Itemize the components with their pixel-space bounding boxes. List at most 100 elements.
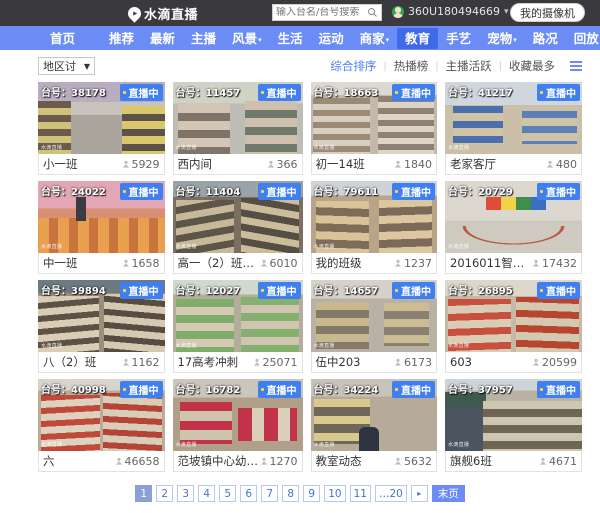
stream-card[interactable]: 台号：20729 直播中 水滴直播 2016011智芸五 17432 — [445, 181, 582, 274]
search-input[interactable] — [276, 7, 367, 18]
page-button-4[interactable]: 5 — [219, 485, 237, 502]
stream-thumbnail[interactable]: 台号：12027 直播中 水滴直播 — [172, 280, 303, 352]
search-icon[interactable] — [367, 7, 378, 18]
stream-thumbnail[interactable]: 台号：34224 直播中 水滴直播 — [310, 379, 437, 451]
page-button-9[interactable]: 10 — [324, 485, 346, 502]
nav-item-2[interactable]: 最新 — [142, 28, 183, 49]
watermark-text: 水滴直播 — [313, 442, 335, 448]
list-view-icon[interactable] — [570, 61, 582, 71]
stream-thumbnail[interactable]: 台号：14657 直播中 水滴直播 — [310, 280, 437, 352]
page-button-0[interactable]: 1 — [135, 485, 153, 502]
page-button-2[interactable]: 3 — [177, 485, 195, 502]
page-button-7[interactable]: 8 — [282, 485, 300, 502]
stream-thumbnail[interactable]: 台号：38178 直播中 水滴直播 — [38, 82, 165, 154]
stream-thumbnail[interactable]: 台号：18663 直播中 水滴直播 — [310, 82, 437, 154]
live-dot-icon — [540, 190, 543, 193]
person-icon — [546, 160, 554, 168]
viewer-count-value: 46658 — [124, 454, 160, 468]
nav-item-1[interactable]: 推荐 — [101, 28, 142, 49]
stream-thumbnail[interactable]: 台号：16782 直播中 水滴直播 — [172, 379, 303, 451]
stream-card-footer: 西内间 366 — [172, 154, 303, 175]
nav-item-9[interactable]: 手艺 — [438, 28, 479, 49]
page-button-10[interactable]: 11 — [349, 485, 371, 502]
watermark-text: 水滴直播 — [448, 244, 470, 250]
page-button-11[interactable]: …20 — [374, 485, 407, 502]
nav-item-label: 推荐 — [109, 30, 135, 46]
live-status-badge: 直播中 — [537, 183, 580, 200]
stream-thumbnail[interactable]: 台号：11457 直播中 水滴直播 — [172, 82, 303, 154]
page-button-5[interactable]: 6 — [240, 485, 258, 502]
viewer-count: 20599 — [532, 356, 577, 369]
sort-options: 综合排序 | 热播榜 | 主播活跃 | 收藏最多 — [323, 58, 582, 74]
site-logo[interactable]: 水滴直播 — [125, 3, 198, 23]
stream-thumbnail[interactable]: 台号：11404 直播中 水滴直播 — [172, 181, 303, 253]
nav-item-label: 手艺 — [446, 30, 472, 46]
nav-item-11[interactable]: 路况 — [525, 28, 566, 49]
stream-thumbnail[interactable]: 台号：40998 直播中 水滴直播 — [38, 379, 165, 451]
nav-item-10[interactable]: 宠物 ▾ — [479, 28, 525, 49]
sort-link-0[interactable]: 综合排序 — [323, 58, 383, 74]
stream-card[interactable]: 台号：14657 直播中 水滴直播 伍中203 6173 — [310, 280, 437, 373]
nav-item-3[interactable]: 主播 — [183, 28, 224, 49]
page-button-8[interactable]: 9 — [303, 485, 321, 502]
nav-item-4[interactable]: 风景 ▾ — [224, 28, 270, 49]
stream-thumbnail[interactable]: 台号：79611 直播中 水滴直播 — [310, 181, 437, 253]
search-box[interactable] — [272, 4, 382, 21]
page-button-12[interactable]: ▸ — [410, 485, 428, 502]
stream-thumbnail[interactable]: 台号：26895 直播中 水滴直播 — [445, 280, 582, 352]
stream-thumbnail[interactable]: 台号：41217 直播中 水滴直播 — [445, 82, 582, 154]
stream-card[interactable]: 台号：34224 直播中 水滴直播 教室动态 5632 — [310, 379, 437, 472]
page-button-13[interactable]: 末页 — [431, 485, 465, 502]
nav-item-8[interactable]: 教育 — [397, 27, 439, 49]
person-icon — [260, 259, 267, 267]
stream-card[interactable]: 台号：11457 直播中 水滴直播 西内间 366 — [172, 82, 303, 175]
nav-item-12[interactable]: 回放 — [566, 28, 600, 49]
stream-card[interactable]: 台号：41217 直播中 水滴直播 老家客厅 480 — [445, 82, 582, 175]
stream-thumbnail[interactable]: 台号：20729 直播中 水滴直播 — [445, 181, 582, 253]
stream-card[interactable]: 台号：12027 直播中 水滴直播 17高考冲刺 25071 — [172, 280, 303, 373]
nav-item-0[interactable]: 首页 — [42, 28, 101, 49]
page-button-6[interactable]: 7 — [261, 485, 279, 502]
sort-link-2[interactable]: 主播活跃 — [439, 58, 499, 74]
nav-item-7[interactable]: 商家 ▾ — [352, 28, 398, 49]
stream-card-footer: 旗舰6班 4671 — [445, 451, 582, 472]
stream-card[interactable]: 台号：18663 直播中 水滴直播 初一14班 1840 — [310, 82, 437, 175]
viewer-count: 6173 — [394, 356, 432, 369]
stream-card-footer: 老家客厅 480 — [445, 154, 582, 175]
stream-thumbnail[interactable]: 台号：39894 直播中 水滴直播 — [38, 280, 165, 352]
live-status-badge: 直播中 — [119, 282, 163, 299]
stream-card[interactable]: 台号：26895 直播中 水滴直播 603 20599 — [445, 280, 582, 373]
stream-thumbnail[interactable]: 台号：24022 直播中 水滴直播 — [38, 181, 165, 253]
sort-link-3[interactable]: 收藏最多 — [502, 58, 562, 74]
stream-card-footer: 2016011智芸五 17432 — [445, 253, 582, 274]
live-status-badge: 直播中 — [257, 282, 301, 299]
stream-card[interactable]: 台号：11404 直播中 水滴直播 高一（2）班青... 6010 — [172, 181, 303, 274]
person-icon — [122, 160, 129, 168]
my-camera-button[interactable]: 我的摄像机 — [510, 3, 585, 22]
stream-card[interactable]: 台号：39894 直播中 水滴直播 八（2）班 1162 — [38, 280, 165, 373]
page-button-3[interactable]: 4 — [198, 485, 216, 502]
channel-id-badge: 台号：38178 — [41, 88, 106, 99]
nav-item-label: 商家 — [359, 30, 385, 46]
nav-item-5[interactable]: 生活 — [270, 28, 311, 49]
viewer-count-value: 6173 — [404, 355, 432, 369]
stream-card[interactable]: 台号：40998 直播中 水滴直播六 46658 — [38, 379, 165, 472]
nav-item-6[interactable]: 运动 — [311, 28, 352, 49]
account-menu[interactable]: 360U180494669 ▾ — [392, 5, 509, 18]
stream-card[interactable]: 台号：24022 直播中 水滴直播 中一班 1658 — [38, 181, 165, 274]
stream-card[interactable]: 台号：37957 直播中 水滴直播 旗舰6班 4671 — [445, 379, 582, 472]
nav-item-label: 生活 — [277, 30, 303, 46]
region-filter-dropdown[interactable]: 地区讨 ▼ — [38, 57, 95, 75]
stream-card[interactable]: 台号：79611 直播中 水滴直播 我的班级 1237 — [310, 181, 437, 274]
sort-link-1[interactable]: 热播榜 — [387, 58, 436, 74]
channel-id-badge: 台号：39894 — [41, 286, 106, 297]
live-status-label: 直播中 — [128, 188, 159, 199]
live-status-label: 直播中 — [546, 287, 576, 298]
live-status-badge: 直播中 — [392, 183, 435, 200]
viewer-count-value: 4671 — [549, 454, 577, 468]
stream-card-footer: 小一班 5929 — [38, 154, 165, 175]
stream-card[interactable]: 台号：38178 直播中 水滴直播 小一班 5929 — [38, 82, 165, 175]
stream-thumbnail[interactable]: 台号：37957 直播中 水滴直播 — [445, 379, 582, 451]
page-button-1[interactable]: 2 — [156, 485, 174, 502]
stream-card[interactable]: 台号：16782 直播中水滴直播范坡镇中心幼儿... 1270 — [172, 379, 303, 472]
